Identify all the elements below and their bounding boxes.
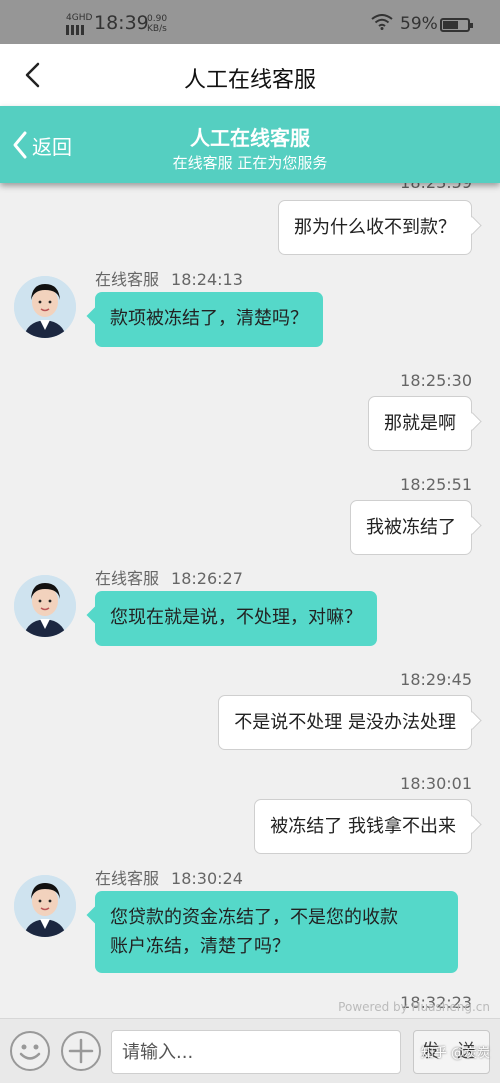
agent-meta: 在线客服 18:24:13 (95, 266, 243, 290)
user-message-bubble: 那为什么收不到款？ (278, 200, 472, 255)
battery-percent: 59% (400, 14, 438, 34)
wifi-icon (371, 14, 393, 34)
message-time: 18:29:45 (400, 670, 472, 689)
user-message-bubble: 那就是啊 (368, 396, 472, 451)
chat-scroll-area[interactable]: 18:23:59 那为什么收不到款？ 在线客服 18:24:13 款项被冻结了，清… (0, 183, 500, 1018)
agent-avatar (14, 276, 76, 338)
agent-meta: 在线客服 18:26:27 (95, 565, 243, 589)
message-time: 18:25:30 (400, 371, 472, 390)
watermark: 知乎 @炭炭 (420, 1046, 490, 1061)
agent-avatar (14, 875, 76, 937)
chat-subtitle: 在线客服 正在为您服务 (172, 154, 328, 172)
signal-icon: 4GHD (66, 14, 92, 35)
status-bar: 4GHD 18:39 0.90 KB/s 59% (0, 0, 500, 44)
user-message-bubble: 不是说不处理 是没办法处理 (218, 695, 472, 750)
add-button[interactable] (61, 1031, 101, 1071)
emoji-button[interactable] (10, 1031, 50, 1071)
message-time: 18:26:27 (171, 569, 243, 588)
message-time: 18:30:01 (400, 774, 472, 793)
message-time: 18:23:59 (400, 183, 472, 192)
user-message-bubble: 被冻结了 我钱拿不出来 (254, 799, 472, 854)
agent-meta: 在线客服 18:30:24 (95, 865, 243, 889)
agent-message-bubble: 您贷款的资金冻结了，不是您的收款 账户冻结，清楚了吗？ (95, 891, 458, 973)
app-nav-title: 人工在线客服 (183, 68, 316, 93)
chat-title: 人工在线客服 (190, 126, 310, 150)
message-time: 18:25:51 (400, 475, 472, 494)
message-input[interactable] (111, 1030, 401, 1074)
sender-name: 在线客服 (95, 569, 160, 588)
powered-by: Powered by Huasheng.cn (338, 1000, 490, 1014)
app-nav-bar: 人工在线客服 (0, 44, 500, 106)
user-message-bubble: 我被冻结了 (350, 500, 472, 555)
message-time: 18:24:13 (171, 270, 243, 289)
status-time: 18:39 (94, 12, 149, 34)
agent-avatar (14, 575, 76, 637)
network-type: 4GHD (66, 13, 93, 23)
plus-icon (68, 1038, 94, 1064)
network-speed: 0.90 KB/s (147, 14, 168, 34)
chat-header: 返回 人工在线客服 在线客服 正在为您服务 (0, 106, 500, 183)
agent-message-bubble: 您现在就是说，不处理，对嘛？ (95, 591, 377, 646)
agent-message-bubble: 款项被冻结了，清楚吗？ (95, 292, 323, 347)
smiley-icon (19, 1044, 41, 1060)
sender-name: 在线客服 (95, 270, 160, 289)
battery-icon (440, 18, 473, 32)
message-time: 18:30:24 (171, 869, 243, 888)
sender-name: 在线客服 (95, 869, 160, 888)
